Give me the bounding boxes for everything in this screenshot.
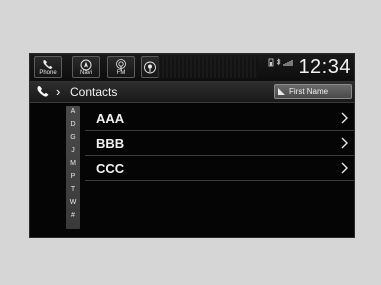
fm-button[interactable]: FM (107, 56, 135, 78)
index-letter-a[interactable]: A (66, 108, 80, 115)
contact-row[interactable]: CCC (85, 156, 354, 181)
chevron-right-icon (341, 112, 348, 124)
index-letter-hash[interactable]: # (66, 212, 80, 219)
contact-name: BBB (96, 136, 125, 151)
index-letter-t[interactable]: T (66, 186, 80, 193)
phone-icon (43, 60, 53, 69)
carplay-icon (144, 61, 156, 74)
sort-button[interactable]: First Name (274, 84, 352, 99)
index-letter-m[interactable]: M (66, 160, 80, 167)
alphabet-index[interactable]: A D G J M P T W # (66, 106, 80, 229)
header-texture (158, 57, 258, 78)
sort-button-label: First Name (289, 87, 329, 96)
index-letter-j[interactable]: J (66, 147, 80, 154)
contact-row[interactable]: BBB (85, 131, 354, 156)
title-bar: › Contacts First Name (30, 82, 354, 103)
phone-button[interactable]: Phone (34, 56, 62, 78)
chevron-right-icon (341, 162, 348, 174)
top-bar: Phone Navi FM 12:34 (30, 54, 354, 82)
bluetooth-icon (276, 58, 281, 66)
contact-name: AAA (96, 111, 125, 126)
chevron-right-icon (341, 137, 348, 149)
contact-name: CCC (96, 161, 125, 176)
contact-row[interactable]: AAA (85, 106, 354, 131)
navi-button-label: Navi (79, 70, 92, 76)
page-title: Contacts (70, 85, 118, 99)
carplay-button[interactable] (141, 56, 159, 78)
breadcrumb-chevron-icon: › (56, 84, 61, 99)
index-letter-w[interactable]: W (66, 199, 80, 206)
index-letter-p[interactable]: P (66, 173, 80, 180)
corner-triangle-icon (278, 88, 285, 95)
phone-icon (37, 86, 49, 97)
signal-icon (283, 60, 293, 66)
clock: 12:34 (298, 56, 351, 78)
fm-button-label: FM (116, 70, 126, 76)
index-letter-d[interactable]: D (66, 121, 80, 128)
phone-button-label: Phone (39, 70, 57, 76)
head-unit-screen: Phone Navi FM 12:34 › Contacts First Nam… (29, 53, 355, 238)
index-letter-g[interactable]: G (66, 134, 80, 141)
navi-button[interactable]: Navi (72, 56, 100, 78)
